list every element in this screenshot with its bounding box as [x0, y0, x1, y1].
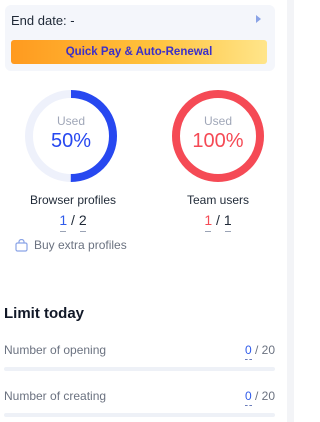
- limit-used: 0: [244, 389, 252, 403]
- limit-total: / 20: [254, 343, 275, 357]
- limit-used: 0: [244, 343, 252, 357]
- subscription-panel: End date: - Quick Pay & Auto-Renewal Use…: [0, 0, 294, 422]
- limit-value: 0 / 20: [245, 343, 275, 357]
- quick-pay-button[interactable]: Quick Pay & Auto-Renewal: [11, 40, 267, 64]
- limit-today-title: Limit today: [4, 305, 85, 322]
- buy-extra-label: Buy extra profiles: [34, 238, 127, 252]
- limit-row-creating: Number of creating 0 / 20: [4, 386, 275, 408]
- gauge-percent: 50%: [50, 130, 92, 152]
- limit-total: / 20: [254, 389, 275, 403]
- browser-profiles-gauge: Used 50%: [23, 88, 119, 184]
- gauge-used-label: Used: [203, 114, 232, 128]
- chevron-right-icon[interactable]: [256, 15, 261, 23]
- count-separator: /: [71, 212, 75, 228]
- gauge-used-label: Used: [56, 114, 85, 128]
- count-separator: /: [216, 212, 220, 228]
- limit-progress-bar: [4, 413, 275, 417]
- browser-profiles-label: Browser profiles: [29, 193, 117, 207]
- limit-name: Number of opening: [4, 343, 107, 357]
- limit-name: Number of creating: [4, 389, 107, 403]
- scroll-edge: [287, 0, 294, 422]
- team-users-label: Team users: [186, 193, 250, 207]
- browser-profiles-count: 1 / 2: [3, 212, 143, 228]
- limit-progress-bar: [4, 367, 275, 371]
- users-used: 1: [204, 212, 213, 228]
- plan-card: End date: - Quick Pay & Auto-Renewal: [5, 5, 275, 71]
- end-date-text: End date: -: [11, 13, 75, 28]
- team-users-gauge: Used 100%: [170, 88, 266, 184]
- profiles-used: 1: [59, 212, 68, 228]
- gauge-percent: 100%: [192, 130, 244, 152]
- limit-row-opening: Number of opening 0 / 20: [4, 340, 275, 362]
- team-users-count: 1 / 1: [148, 212, 288, 228]
- buy-extra-profiles-link[interactable]: Buy extra profiles: [15, 236, 127, 254]
- users-total: 1: [223, 212, 232, 228]
- profiles-total: 2: [78, 212, 87, 228]
- limit-value: 0 / 20: [245, 389, 275, 403]
- shopping-bag-icon: [15, 238, 28, 252]
